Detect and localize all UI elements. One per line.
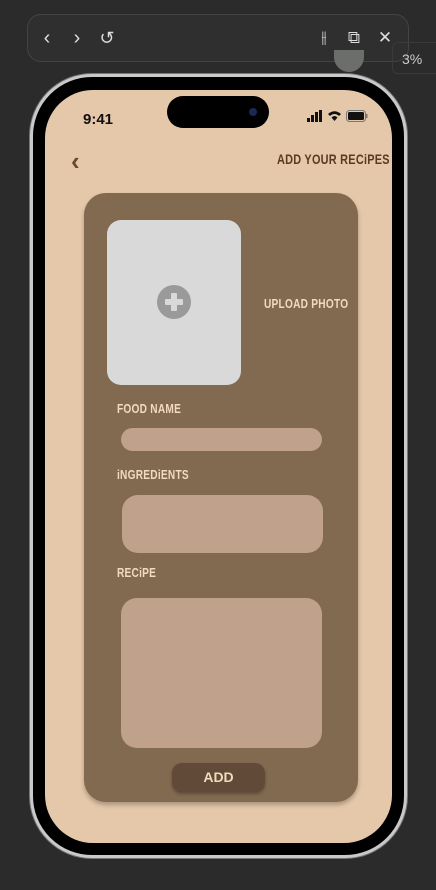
add-button[interactable]: ADD: [172, 763, 265, 792]
back-button[interactable]: ‹: [71, 146, 80, 177]
upload-photo-label[interactable]: UPLOAD PHOTO: [264, 296, 348, 311]
phone-screen: 9:41 ‹ ADD YOUR RECiPES UPLOAD PHOTO FOO…: [45, 90, 392, 843]
camera-icon: [249, 108, 257, 116]
page-title: ADD YOUR RECiPES: [277, 151, 390, 167]
food-name-input[interactable]: [121, 428, 322, 451]
battery-icon: [346, 110, 368, 122]
back-icon[interactable]: ‹: [36, 27, 58, 49]
add-button-label: ADD: [203, 769, 234, 785]
forward-icon[interactable]: ›: [66, 27, 88, 49]
settings-sliders-icon[interactable]: ⫲: [313, 27, 335, 49]
recipe-label: RECiPE: [117, 565, 157, 580]
recipe-input[interactable]: [121, 598, 322, 748]
avatar: [334, 50, 364, 72]
plus-circle-icon[interactable]: [157, 285, 191, 319]
signal-icon: [307, 110, 322, 122]
food-name-label: FOOD NAME: [117, 401, 182, 416]
reload-icon[interactable]: ↺: [96, 27, 118, 49]
photo-upload-box[interactable]: [107, 220, 241, 385]
status-time: 9:41: [83, 111, 114, 128]
dynamic-island: [167, 96, 269, 128]
open-external-icon[interactable]: ⧉: [343, 27, 365, 49]
wifi-icon: [328, 111, 341, 121]
ingredients-input[interactable]: [122, 495, 323, 553]
status-icons: [307, 110, 368, 122]
ingredients-label: iNGREDiENTS: [117, 467, 189, 482]
side-percent: 3%: [392, 42, 436, 74]
recipe-form-card: UPLOAD PHOTO FOOD NAME iNGREDiENTS RECiP…: [84, 193, 358, 802]
